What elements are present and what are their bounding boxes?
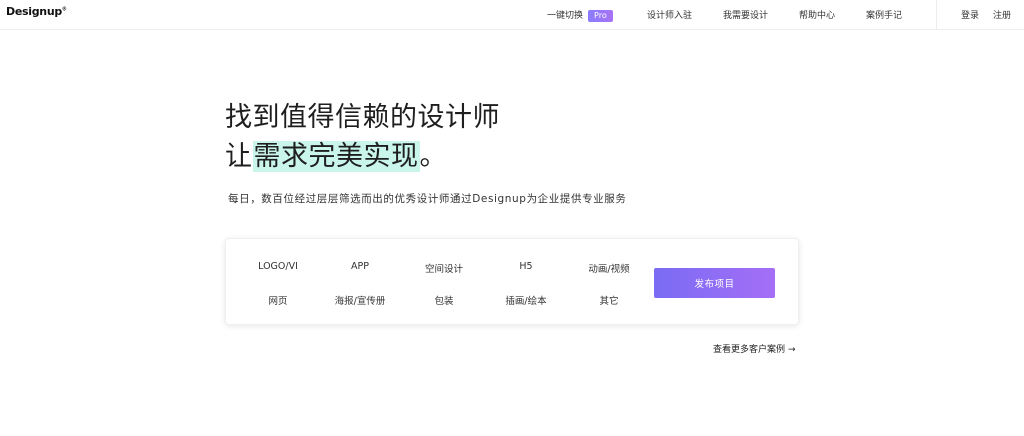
pro-badge: Pro [588, 10, 613, 22]
hero-highlight: 需求完美实现 [252, 141, 420, 172]
top-nav-bar: Designup® 一键切换 Pro 设计师入驻 我需要设计 帮助中心 案例手记 … [0, 0, 1024, 30]
category-h5[interactable]: H5 [519, 261, 532, 272]
publish-project-button[interactable]: 发布项目 [654, 268, 775, 298]
category-app[interactable]: APP [351, 261, 369, 272]
hero-line-2: 让需求完美实现。 [225, 141, 447, 172]
category-webpage[interactable]: 网页 [268, 293, 287, 307]
category-card: LOGO/VI APP 空间设计 H5 动画/视频 网页 海报/宣传册 包装 插… [225, 238, 799, 325]
hero-line-1: 找到值得信赖的设计师 [225, 102, 500, 133]
nav-need-design[interactable]: 我需要设计 [723, 8, 768, 21]
category-poster-brochure[interactable]: 海报/宣传册 [335, 293, 386, 307]
category-illustration[interactable]: 插画/绘本 [505, 293, 546, 307]
category-packaging[interactable]: 包装 [434, 293, 453, 307]
pro-switch-label: 一键切换 [547, 11, 584, 21]
nav-help-center[interactable]: 帮助中心 [799, 8, 835, 21]
category-animation-video[interactable]: 动画/视频 [588, 261, 629, 275]
hero-headline: 找到值得信赖的设计师 让需求完美实现。 [225, 98, 500, 176]
register-link[interactable]: 注册 [993, 8, 1011, 21]
arrow-right-icon: → [788, 345, 796, 355]
category-logo-vi[interactable]: LOGO/VI [258, 261, 298, 272]
nav-designer-join[interactable]: 设计师入驻 [647, 8, 692, 21]
more-cases-link[interactable]: 查看更多客户案例 → [713, 342, 796, 355]
more-cases-label: 查看更多客户案例 [713, 345, 786, 355]
login-link[interactable]: 登录 [961, 8, 979, 21]
nav-divider [936, 0, 937, 30]
hero-subtitle: 每日，数百位经过层层筛选而出的优秀设计师通过Designup为企业提供专业服务 [228, 193, 627, 205]
nav-case-notes[interactable]: 案例手记 [866, 8, 902, 21]
designup-logo[interactable]: Designup® [6, 5, 67, 18]
category-other[interactable]: 其它 [599, 293, 618, 307]
pro-switch[interactable]: 一键切换 Pro [547, 8, 613, 22]
category-space-design[interactable]: 空间设计 [425, 261, 463, 275]
